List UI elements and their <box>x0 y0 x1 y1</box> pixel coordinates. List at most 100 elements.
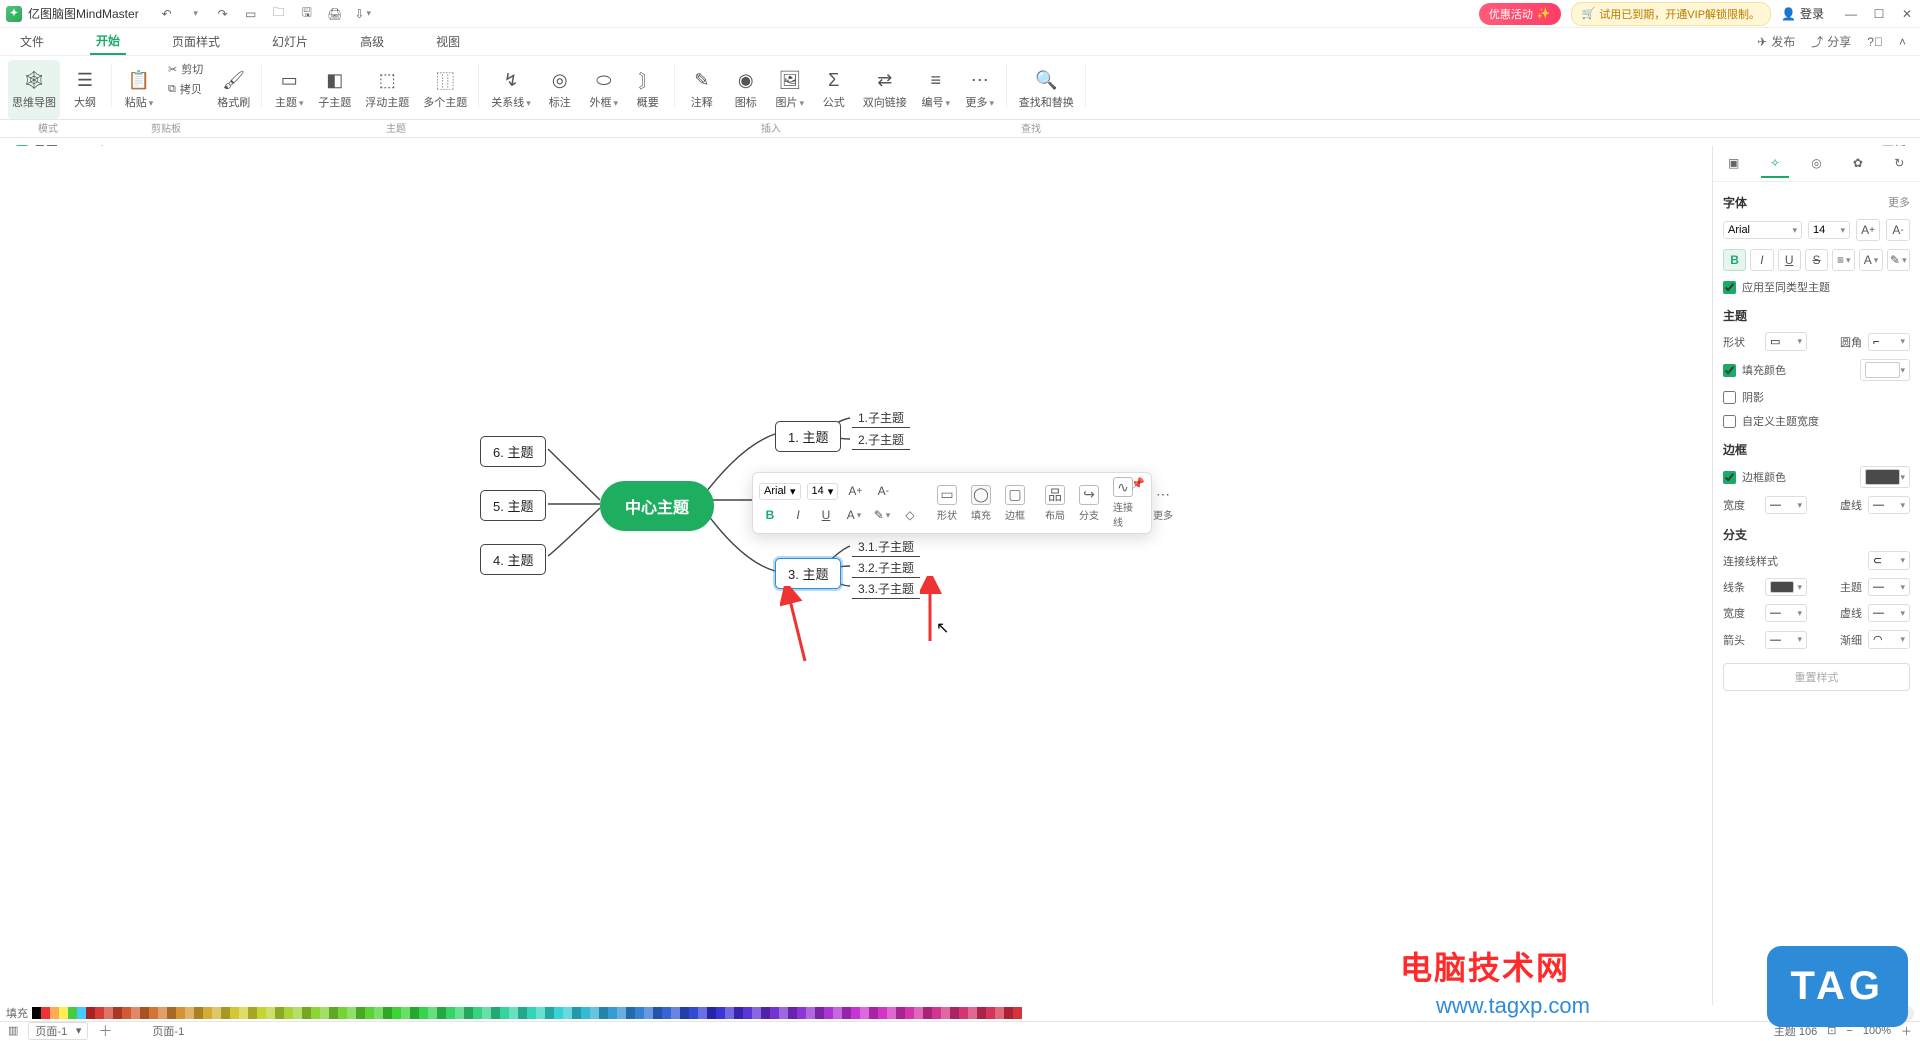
node-topic-1[interactable]: 1. 主题 <box>775 421 841 452</box>
palette-swatch[interactable] <box>833 1007 842 1019</box>
palette-swatch[interactable] <box>221 1007 230 1019</box>
palette-swatch[interactable] <box>194 1007 203 1019</box>
palette-swatch[interactable] <box>554 1007 563 1019</box>
palette-swatch[interactable] <box>788 1007 797 1019</box>
palette-swatch[interactable] <box>959 1007 968 1019</box>
multi-topic-button[interactable]: ⿲多个主题 <box>419 60 471 119</box>
palette-swatch[interactable] <box>167 1007 176 1019</box>
insert-more-button[interactable]: ⋯更多 <box>961 60 999 119</box>
palette-swatch[interactable] <box>356 1007 365 1019</box>
node-topic-3[interactable]: 3. 主题 <box>775 558 841 589</box>
palette-swatch[interactable] <box>176 1007 185 1019</box>
palette-swatch[interactable] <box>662 1007 671 1019</box>
vip-badge[interactable]: 🛒试用已到期，开通VIP解锁限制。 <box>1571 2 1771 26</box>
palette-swatch[interactable] <box>860 1007 869 1019</box>
palette-swatch[interactable] <box>257 1007 266 1019</box>
palette-swatch[interactable] <box>887 1007 896 1019</box>
rp-branch-dash-select[interactable]: —▾ <box>1868 604 1910 622</box>
palette-swatch[interactable] <box>329 1007 338 1019</box>
outline-mode-button[interactable]: ☰大纲 <box>66 60 104 119</box>
palette-swatch[interactable] <box>599 1007 608 1019</box>
rp-apply-same-checkbox[interactable] <box>1723 281 1736 294</box>
palette-swatch[interactable] <box>914 1007 923 1019</box>
palette-swatch[interactable] <box>500 1007 509 1019</box>
maximize-icon[interactable]: ☐ <box>1872 7 1886 21</box>
menu-advanced[interactable]: 高级 <box>354 29 390 54</box>
rp-apply-same-check[interactable]: 应用至同类型主题 <box>1723 279 1910 295</box>
ft-border-button[interactable]: ▢边框 <box>1001 485 1029 522</box>
export-dropdown[interactable]: ⇩ <box>355 6 371 22</box>
palette-swatch[interactable] <box>905 1007 914 1019</box>
palette-swatch[interactable] <box>653 1007 662 1019</box>
palette-swatch[interactable] <box>770 1007 779 1019</box>
palette-swatch[interactable] <box>572 1007 581 1019</box>
palette-swatch[interactable] <box>149 1007 158 1019</box>
palette-swatch[interactable] <box>41 1007 50 1019</box>
numbering-button[interactable]: ≡编号 <box>917 60 955 119</box>
rp-arrow-select[interactable]: —▾ <box>1765 631 1807 649</box>
rp-shadow-check[interactable]: 阴影 <box>1723 389 1910 405</box>
palette-swatch[interactable] <box>608 1007 617 1019</box>
add-page-button[interactable]: ＋ <box>98 1021 112 1041</box>
collapse-ribbon-icon[interactable]: ˄ <box>1899 35 1906 49</box>
palette-swatch[interactable] <box>122 1007 131 1019</box>
palette-swatch[interactable] <box>482 1007 491 1019</box>
palette-swatch[interactable] <box>437 1007 446 1019</box>
new-icon[interactable]: ▭ <box>243 6 259 22</box>
ft-size-select[interactable]: 14▾ <box>807 483 839 500</box>
palette-swatch[interactable] <box>527 1007 536 1019</box>
subnode-3-3[interactable]: 3.3.子主题 <box>852 579 920 599</box>
palette-swatch[interactable] <box>347 1007 356 1019</box>
rp-bold-button[interactable]: B <box>1723 249 1746 271</box>
palette-swatch[interactable] <box>293 1007 302 1019</box>
help-icon[interactable]: ?⃝ <box>1867 35 1883 49</box>
copy-button[interactable]: ⧉拷贝 <box>164 80 207 98</box>
palette-swatch[interactable] <box>536 1007 545 1019</box>
close-icon[interactable]: ✕ <box>1900 7 1914 21</box>
palette-swatch[interactable] <box>968 1007 977 1019</box>
subnode-1-2[interactable]: 2.子主题 <box>852 430 910 450</box>
palette-swatch[interactable] <box>320 1007 329 1019</box>
rp-shrink-font-button[interactable]: A- <box>1886 219 1910 241</box>
ft-font-select[interactable]: Arial▾ <box>759 483 801 500</box>
findreplace-button[interactable]: 🔍查找和替换 <box>1015 60 1078 119</box>
ft-font-color-button[interactable]: A <box>843 505 865 525</box>
rp-grow-font-button[interactable]: A+ <box>1856 219 1880 241</box>
rp-tab-page[interactable]: ▣ <box>1720 150 1748 178</box>
rp-fillcolor-select[interactable]: ▾ <box>1860 359 1910 381</box>
subtopic-button[interactable]: ◧子主题 <box>314 60 355 119</box>
palette-swatch[interactable] <box>428 1007 437 1019</box>
palette-swatch[interactable] <box>140 1007 149 1019</box>
rp-line-color-select[interactable]: ▾ <box>1765 578 1807 596</box>
palette-swatch[interactable] <box>419 1007 428 1019</box>
palette-swatch[interactable] <box>752 1007 761 1019</box>
rp-reset-button[interactable]: 重置样式 <box>1723 663 1910 691</box>
rp-border-dash-select[interactable]: —▾ <box>1868 496 1910 514</box>
rp-tab-icon[interactable]: ◎ <box>1802 150 1830 178</box>
palette-swatch[interactable] <box>230 1007 239 1019</box>
summary-button[interactable]: 〙概要 <box>629 60 667 119</box>
ft-fill-button[interactable]: ◯填充 <box>967 485 995 522</box>
palette-swatch[interactable] <box>275 1007 284 1019</box>
palette-swatch[interactable] <box>302 1007 311 1019</box>
rp-border-width-select[interactable]: —▾ <box>1765 496 1807 514</box>
palette-swatch[interactable] <box>446 1007 455 1019</box>
rp-font-family-select[interactable]: Arial▾ <box>1723 221 1802 239</box>
boundary-button[interactable]: ⬭外框 <box>585 60 623 119</box>
open-icon[interactable]: 🗀 <box>271 6 287 22</box>
paste-button[interactable]: 📋粘贴 <box>120 60 158 119</box>
palette-swatch[interactable] <box>410 1007 419 1019</box>
page-label[interactable]: 页面-1 <box>152 1023 184 1039</box>
callout-button[interactable]: ◎标注 <box>541 60 579 119</box>
palette-swatch[interactable] <box>869 1007 878 1019</box>
palette-swatch[interactable] <box>50 1007 59 1019</box>
palette-swatch[interactable] <box>509 1007 518 1019</box>
palette-swatch[interactable] <box>401 1007 410 1019</box>
rp-font-color-button[interactable]: A <box>1859 249 1882 271</box>
palette-swatch[interactable] <box>311 1007 320 1019</box>
palette-swatch[interactable] <box>68 1007 77 1019</box>
palette-swatch[interactable] <box>1013 1007 1022 1019</box>
iconset-button[interactable]: ◉图标 <box>727 60 765 119</box>
ft-layout-button[interactable]: 品布局 <box>1041 485 1069 522</box>
palette-swatch[interactable] <box>761 1007 770 1019</box>
